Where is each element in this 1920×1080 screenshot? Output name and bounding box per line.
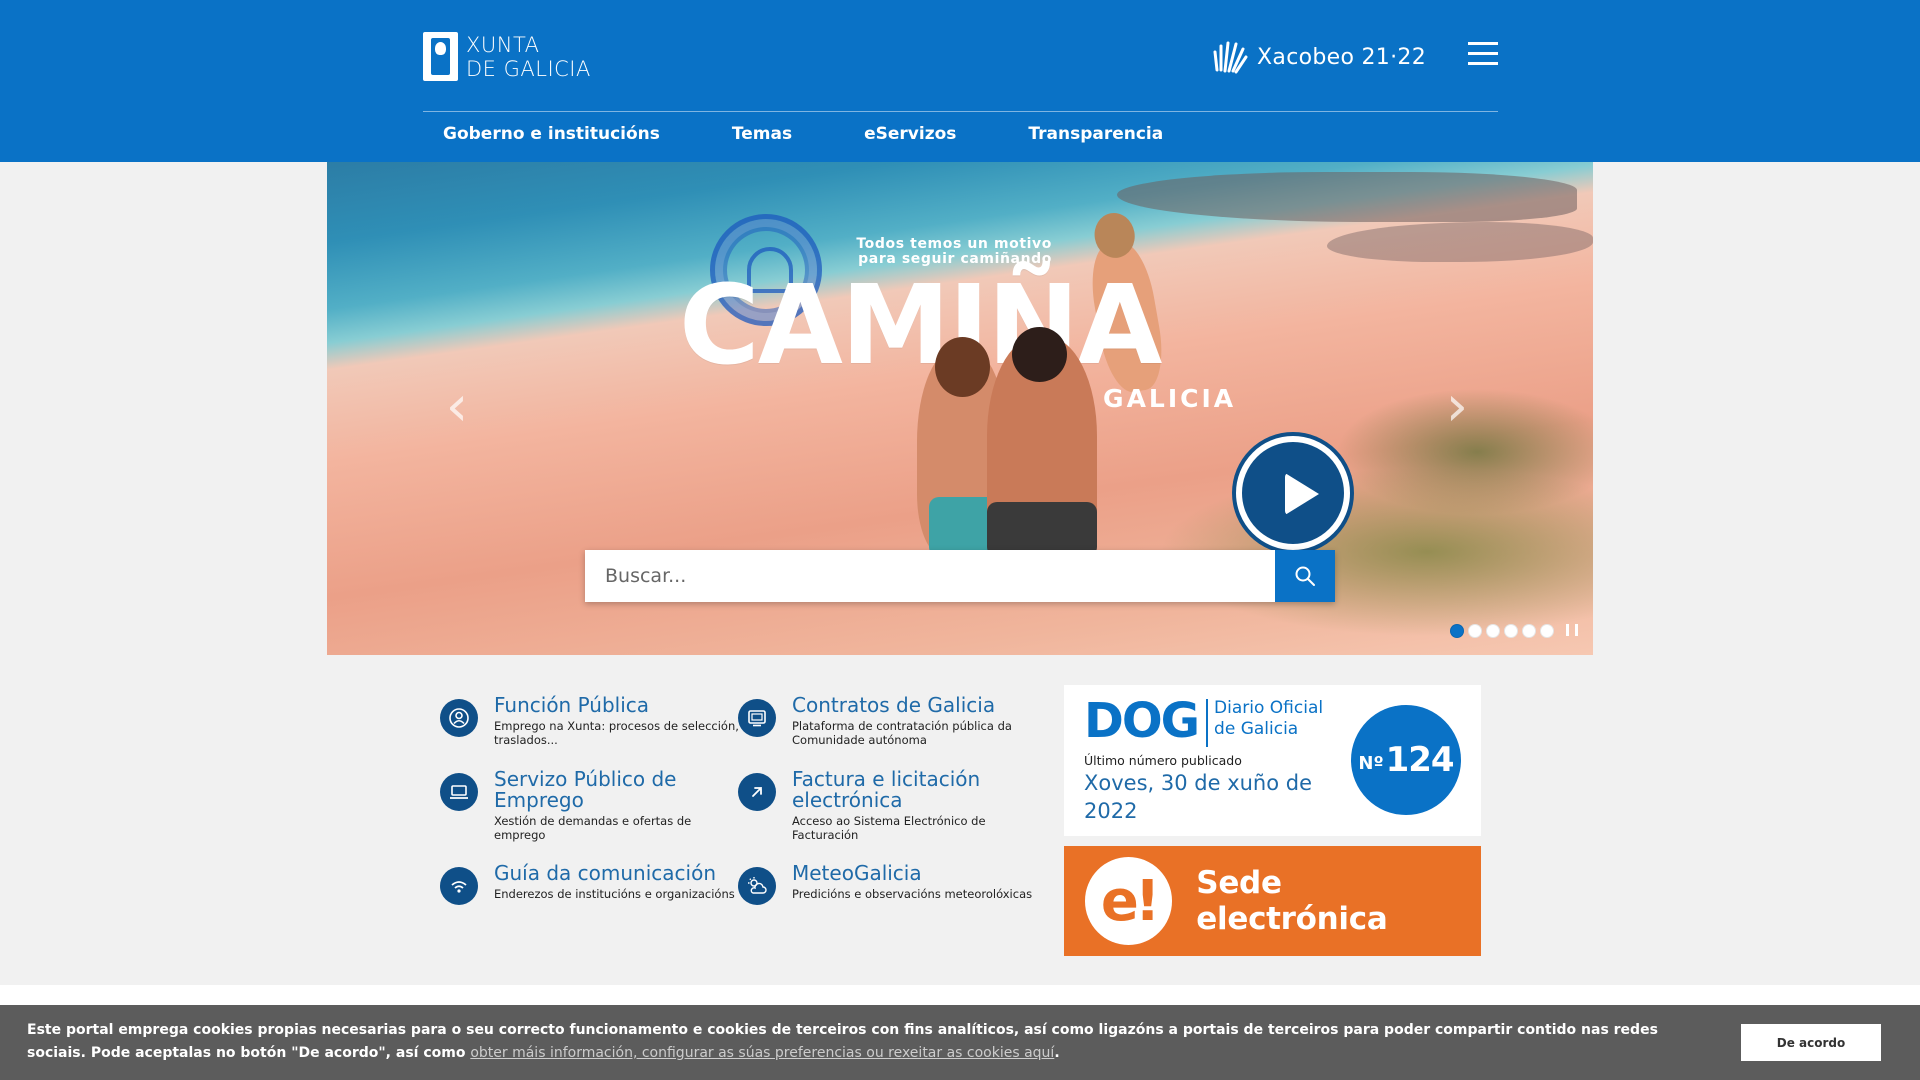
dog-name: Diario Oficial de Galicia (1214, 698, 1323, 740)
carousel-dot-3[interactable] (1486, 624, 1500, 638)
link-desc: Acceso ao Sistema Electrónico de Factura… (792, 814, 986, 842)
link-meteogalicia[interactable]: MeteoGalicia Predicións e observacións m… (738, 863, 1038, 905)
link-funcion-publica[interactable]: Función Pública Emprego na Xunta: proces… (440, 695, 740, 747)
site-header: XUNTA DE GALICIA Xacobeo 21·22 Goberno e… (0, 0, 1920, 162)
nav-transparencia[interactable]: Transparencia (1028, 124, 1163, 144)
link-title[interactable]: Guía da comunicación (494, 863, 735, 884)
arrow-icon[interactable] (738, 773, 776, 811)
main-nav: Goberno e institucións Temas eServizos T… (443, 124, 1235, 144)
carousel-dot-1[interactable] (1450, 624, 1464, 638)
xunta-logo[interactable]: XUNTA DE GALICIA (423, 32, 591, 81)
quick-links-section: Función Pública Emprego na Xunta: proces… (0, 655, 1920, 985)
menu-icon[interactable] (1468, 42, 1498, 66)
header-inner: XUNTA DE GALICIA Xacobeo 21·22 Goberno e… (423, 0, 1498, 162)
search-input[interactable] (585, 550, 1275, 602)
user-icon[interactable] (440, 699, 478, 737)
play-video-button[interactable] (1236, 436, 1350, 550)
cookie-text: Este portal emprega cookies propias nece… (27, 1019, 1707, 1065)
xunta-shield-icon (423, 32, 458, 81)
link-title[interactable]: Servizo Público de Emprego (494, 769, 740, 811)
scallop-shell-icon (1213, 41, 1248, 74)
link-desc: Plataforma de contratación pública da Co… (792, 719, 1012, 747)
dog-num-prefix: Nº (1358, 752, 1384, 774)
search-icon (1295, 566, 1315, 586)
hero-banner[interactable]: Todos temos un motivo para seguir camiña… (327, 162, 1593, 655)
pause-icon[interactable] (1566, 624, 1578, 638)
link-desc: Enderezos de institucións e organización… (494, 887, 735, 901)
xacobeo-logo[interactable]: Xacobeo 21·22 (1211, 38, 1426, 76)
chevron-right-icon[interactable]: › (1442, 377, 1472, 437)
logo-text: XUNTA DE GALICIA (466, 33, 591, 81)
dog-number: 124 (1385, 740, 1455, 780)
link-desc: Predicións e observacións meteorolóxicas (792, 887, 1033, 901)
dog-number-badge[interactable]: Nº 124 (1351, 705, 1461, 815)
dog-separator (1206, 699, 1209, 747)
carousel-dot-6[interactable] (1540, 624, 1554, 638)
link-title[interactable]: Factura e licitación electrónica (792, 769, 1038, 811)
wifi-icon[interactable] (440, 867, 478, 905)
dog-abbr: DOG (1084, 693, 1200, 749)
nav-goberno[interactable]: Goberno e institucións (443, 124, 660, 144)
search-bar (585, 550, 1335, 602)
carousel-dot-2[interactable] (1468, 624, 1482, 638)
search-button[interactable] (1275, 550, 1335, 602)
dog-label: Último número publicado (1084, 753, 1242, 768)
link-title[interactable]: Contratos de Galicia (792, 695, 1038, 716)
link-desc: Emprego na Xunta: procesos de selección,… (494, 719, 739, 747)
hero-rocks-2 (1327, 222, 1593, 262)
sede-label: Sede electrónica (1196, 865, 1388, 937)
link-guia-comunicacion[interactable]: Guía da comunicación Enderezos de instit… (440, 863, 740, 905)
nav-temas[interactable]: Temas (732, 124, 792, 144)
link-title[interactable]: MeteoGalicia (792, 863, 1032, 884)
dog-logo: DOG Diario Oficial de Galicia (1084, 695, 1323, 747)
link-contratos[interactable]: Contratos de Galicia Plataforma de contr… (738, 695, 1038, 747)
dog-name-line1: Diario Oficial (1214, 698, 1324, 718)
cookie-end: . (1054, 1045, 1060, 1061)
link-servizo-emprego[interactable]: Servizo Público de Emprego Xestión de de… (440, 769, 740, 842)
xacobeo-label: Xacobeo 21·22 (1257, 44, 1426, 70)
logo-line1: XUNTA (466, 32, 540, 57)
cookie-settings-link[interactable]: obter máis información, configurar as sú… (470, 1045, 1054, 1061)
carousel-dot-5[interactable] (1522, 624, 1536, 638)
laptop-icon[interactable] (440, 773, 478, 811)
cookie-banner: Este portal emprega cookies propias nece… (0, 1005, 1920, 1080)
cookie-accept-button[interactable]: De acordo (1741, 1024, 1881, 1061)
nav-eservizos[interactable]: eServizos (864, 124, 956, 144)
dog-card[interactable]: DOG Diario Oficial de Galicia Último núm… (1064, 685, 1481, 836)
sede-e-icon: e! (1085, 857, 1173, 945)
logo-line2: DE GALICIA (466, 56, 591, 81)
hero-rocks (1117, 172, 1577, 222)
quick-links: Función Pública Emprego na Xunta: proces… (440, 695, 1040, 975)
link-factura[interactable]: Factura e licitación electrónica Acceso … (738, 769, 1038, 842)
couple-figure (907, 327, 1107, 567)
dog-name-line2: de Galicia (1214, 719, 1299, 739)
link-desc: Xestión de demandas e ofertas de emprego (494, 814, 692, 842)
dog-date[interactable]: Xoves, 30 de xuño de 2022 (1084, 769, 1314, 825)
screen-icon[interactable] (738, 699, 776, 737)
link-title[interactable]: Función Pública (494, 695, 740, 716)
carousel-dot-4[interactable] (1504, 624, 1518, 638)
weather-icon[interactable] (738, 867, 776, 905)
chevron-left-icon[interactable]: ‹ (442, 377, 472, 437)
carousel-dots (1450, 624, 1578, 638)
sede-electronica-button[interactable]: e! Sede electrónica (1064, 846, 1481, 956)
header-divider (423, 111, 1498, 112)
